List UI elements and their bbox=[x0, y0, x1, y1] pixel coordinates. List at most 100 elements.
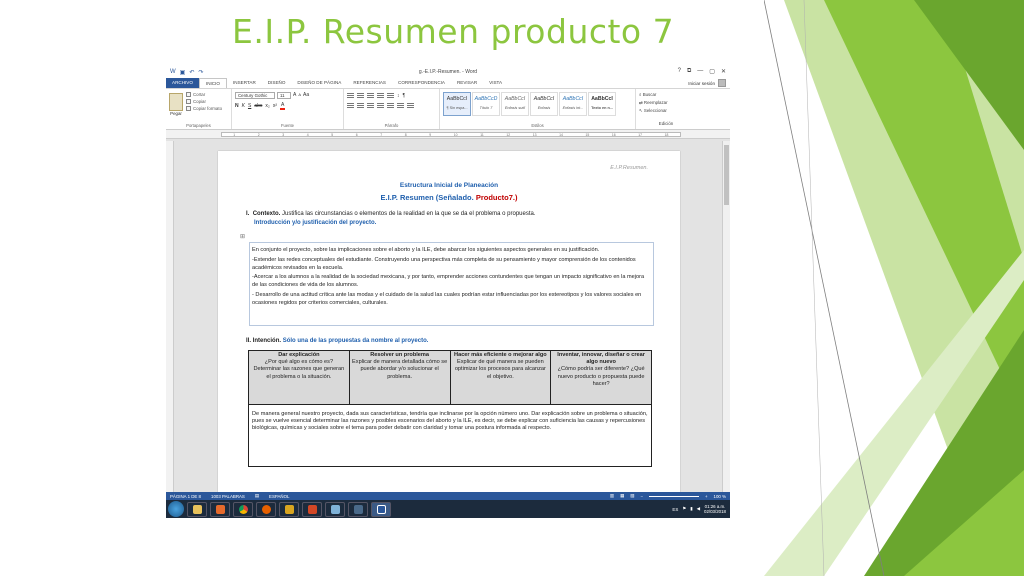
increase-indent-icon[interactable] bbox=[387, 93, 394, 99]
horizontal-ruler[interactable]: 1 2 3 4 5 6 7 8 9 10 11 12 13 14 15 16 17 18 bbox=[166, 130, 730, 139]
taskbar-screen[interactable] bbox=[348, 501, 368, 517]
group-label-styles: Estilos bbox=[531, 123, 544, 128]
change-case-icon[interactable]: Aa bbox=[303, 92, 309, 99]
zoom-out-icon[interactable]: − bbox=[640, 494, 643, 499]
tab-referencias[interactable]: REFERENCIAS bbox=[347, 78, 392, 88]
vertical-scrollbar[interactable] bbox=[722, 141, 730, 493]
cell-title: Inventar, innovar, diseñar o crear algo … bbox=[557, 352, 645, 366]
font-name-select[interactable]: Century Gothic bbox=[235, 92, 275, 99]
cell-text: Explicar de qué manera se pueden optimiz… bbox=[454, 359, 546, 380]
proofing-icon[interactable]: ▤ bbox=[255, 493, 259, 499]
font-size-select[interactable]: 11 bbox=[277, 92, 291, 99]
find-button[interactable]: ⌕ Buscar bbox=[639, 91, 693, 99]
numbering-icon[interactable] bbox=[357, 93, 364, 99]
copy-button[interactable]: Copiar bbox=[186, 98, 222, 105]
taskbar-word[interactable] bbox=[371, 501, 391, 517]
style-name: Título 7 bbox=[479, 106, 493, 110]
decrease-indent-icon[interactable] bbox=[377, 93, 384, 99]
zoom-slider[interactable] bbox=[648, 495, 699, 497]
clock[interactable]: 01:26 a.m. 02/03/2018 bbox=[704, 504, 726, 514]
input-language[interactable]: ES bbox=[672, 507, 678, 512]
language[interactable]: ESPAÑOL bbox=[269, 494, 289, 499]
table-cell[interactable]: Inventar, innovar, diseñar o crear algo … bbox=[550, 350, 652, 405]
tab-correspondencia[interactable]: CORRESPONDENCIA bbox=[392, 78, 451, 88]
title-bar: W ▣ ↶ ↷ g.-E.I.P.-Resumen. - Word ? ⧉ — … bbox=[166, 66, 730, 78]
start-button[interactable] bbox=[168, 501, 184, 517]
network-icon[interactable]: ▮ bbox=[690, 506, 692, 512]
subscript-button[interactable]: x₂ bbox=[265, 103, 269, 109]
grow-font-icon[interactable]: A bbox=[293, 92, 296, 99]
strikethrough-button[interactable]: abc bbox=[254, 103, 262, 109]
table-cell[interactable]: Dar explicación ¿Por qué algo es cómo es?… bbox=[248, 350, 350, 405]
underline-button[interactable]: S bbox=[248, 103, 251, 109]
maximize-button[interactable]: ▢ bbox=[709, 68, 715, 75]
cut-button[interactable]: Cortar bbox=[186, 91, 222, 98]
shrink-font-icon[interactable]: A bbox=[298, 92, 301, 99]
section1-label: Contexto. bbox=[252, 211, 281, 217]
sign-in[interactable]: Iniciar sesión bbox=[688, 79, 726, 87]
minimize-button[interactable]: — bbox=[697, 68, 703, 75]
taskbar-explorer[interactable] bbox=[187, 501, 207, 517]
style-emphasis[interactable]: AaBbCcI Énfasis bbox=[530, 92, 558, 116]
flag-icon[interactable]: ⚑ bbox=[682, 506, 686, 512]
italic-button[interactable]: K bbox=[242, 103, 245, 109]
justification-box[interactable]: En conjunto el proyecto, sobre las impli… bbox=[249, 242, 654, 326]
replace-button[interactable]: ⇄ Reemplazar bbox=[639, 99, 693, 107]
style-intense-emphasis[interactable]: AaBbCcI Énfasis int... bbox=[559, 92, 587, 116]
table-body-cell[interactable]: De manera general nuestro proyecto, dada… bbox=[248, 404, 652, 467]
table-cell[interactable]: Hacer más eficiente o mejorar algo Explic… bbox=[449, 350, 552, 405]
document-page[interactable]: E.I.P.Resumen. Estructura Inicial de Pla… bbox=[218, 151, 680, 493]
taskbar-movie[interactable] bbox=[279, 501, 299, 517]
tab-revisar[interactable]: REVISAR bbox=[451, 78, 483, 88]
sort-icon[interactable]: ↕ bbox=[397, 93, 400, 99]
multilevel-icon[interactable] bbox=[367, 93, 374, 99]
taskbar-powerpoint[interactable] bbox=[302, 501, 322, 517]
intention-table[interactable]: Dar explicación ¿Por qué algo es cómo es?… bbox=[248, 350, 652, 467]
tab-insertar[interactable]: INSERTAR bbox=[227, 78, 262, 88]
align-right-icon[interactable] bbox=[367, 103, 374, 109]
print-layout-icon[interactable]: ▦ bbox=[620, 493, 624, 499]
style-subtle-emphasis[interactable]: AaBbCcI Énfasis sutil bbox=[501, 92, 529, 116]
zoom-level[interactable]: 100 % bbox=[714, 494, 726, 499]
help-button[interactable]: ? bbox=[678, 68, 681, 75]
pilcrow-icon[interactable]: ¶ bbox=[403, 93, 406, 99]
table-move-handle-icon[interactable]: ⊞ bbox=[240, 233, 245, 240]
line-spacing-icon[interactable] bbox=[387, 103, 394, 109]
scroll-thumb[interactable] bbox=[724, 145, 729, 205]
taskbar-chrome[interactable] bbox=[233, 501, 253, 517]
font-color-button[interactable]: A bbox=[280, 102, 286, 110]
format-painter-button[interactable]: Copiar formato bbox=[186, 105, 222, 112]
tab-inicio[interactable]: INICIO bbox=[198, 78, 227, 88]
style-title-7[interactable]: AaBbCcD Título 7 bbox=[472, 92, 500, 116]
taskbar: ES ⚑ ▮ ◀ 01:26 a.m. 02/03/2018 bbox=[166, 500, 730, 518]
vertical-ruler[interactable] bbox=[166, 141, 174, 493]
taskbar-photos[interactable] bbox=[325, 501, 345, 517]
superscript-button[interactable]: x² bbox=[273, 103, 277, 109]
align-left-icon[interactable] bbox=[347, 103, 354, 109]
bold-button[interactable]: N bbox=[235, 103, 239, 109]
bullets-icon[interactable] bbox=[347, 93, 354, 99]
justify-icon[interactable] bbox=[377, 103, 384, 109]
read-mode-icon[interactable]: ▥ bbox=[610, 493, 614, 499]
ribbon-display-button[interactable]: ⧉ bbox=[687, 68, 691, 75]
volume-icon[interactable]: ◀ bbox=[697, 506, 700, 512]
word-count[interactable]: 1003 PALABRAS bbox=[211, 494, 245, 499]
table-cell[interactable]: Resolver un problema Explicar de manera d… bbox=[348, 350, 451, 405]
close-button[interactable]: ✕ bbox=[721, 68, 726, 75]
tab-diseno[interactable]: DISEÑO bbox=[262, 78, 292, 88]
shading-icon[interactable] bbox=[397, 103, 404, 109]
taskbar-firefox[interactable] bbox=[256, 501, 276, 517]
web-layout-icon[interactable]: ▧ bbox=[630, 493, 634, 499]
tab-vista[interactable]: VISTA bbox=[483, 78, 508, 88]
style-no-spacing[interactable]: AaBbCcI ¶ Sin espa... bbox=[443, 92, 471, 116]
select-button[interactable]: ↖ Seleccionar bbox=[639, 107, 693, 115]
taskbar-media[interactable] bbox=[210, 501, 230, 517]
tab-archivo[interactable]: ARCHIVO bbox=[166, 78, 199, 88]
page-count[interactable]: PÁGINA 1 DE 8 bbox=[170, 494, 201, 499]
paste-button[interactable] bbox=[169, 93, 183, 111]
tab-diseno-pagina[interactable]: DISEÑO DE PÁGINA bbox=[291, 78, 347, 88]
align-center-icon[interactable] bbox=[357, 103, 364, 109]
style-strong[interactable]: AaBbCcI Texto en n... bbox=[588, 92, 616, 116]
borders-icon[interactable] bbox=[407, 103, 414, 109]
zoom-in-icon[interactable]: + bbox=[705, 494, 708, 499]
